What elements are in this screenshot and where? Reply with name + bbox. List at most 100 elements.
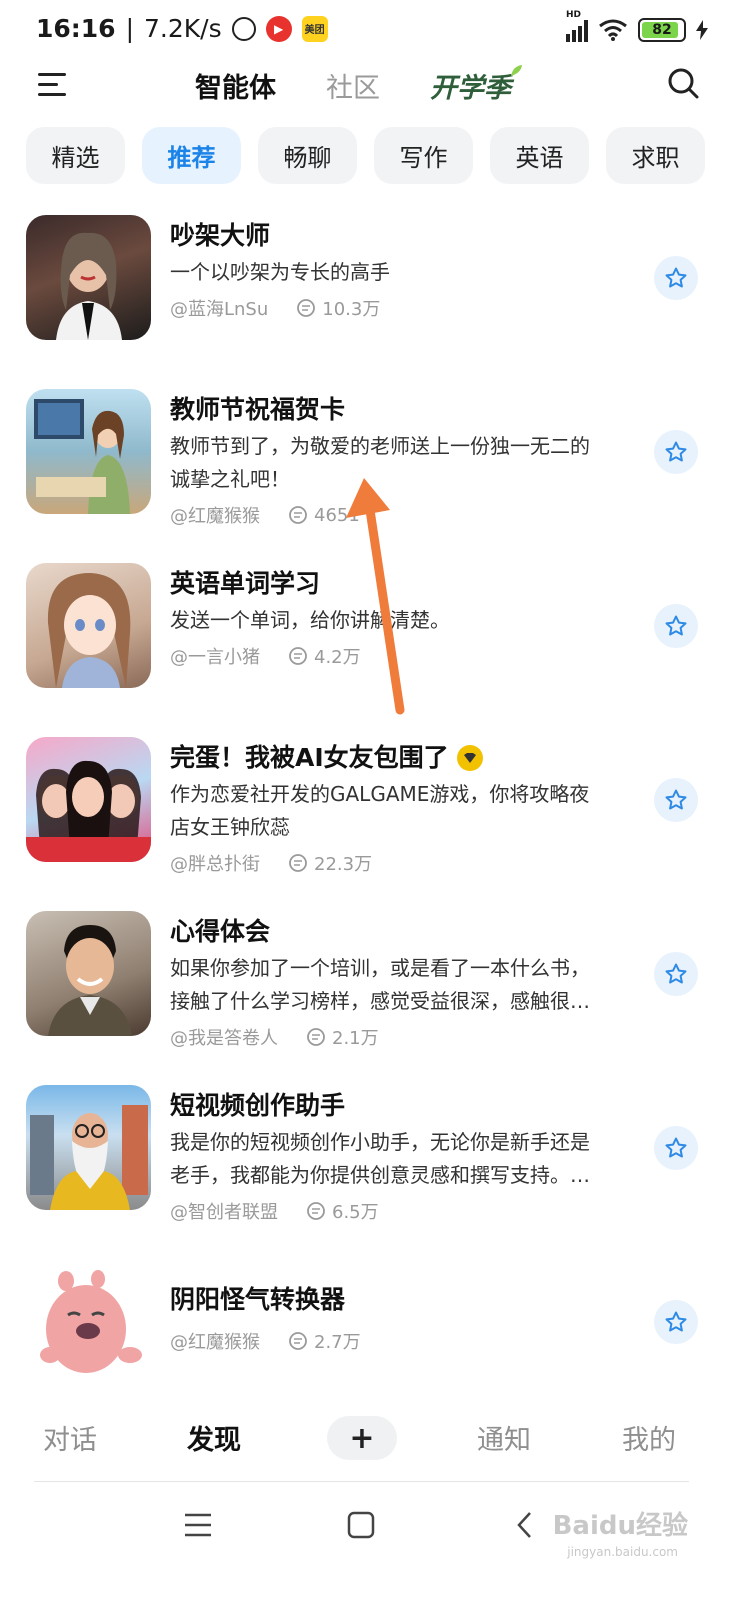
tab-chat[interactable]: 对话 [43, 1418, 97, 1457]
star-icon [665, 963, 687, 984]
item-title: 英语单词学习 [170, 569, 321, 598]
tab-notifications[interactable]: 通知 [477, 1418, 531, 1457]
list-item[interactable]: 吵架大师 一个以吵架为专长的高手 @蓝海LnSu 10.3万 [0, 200, 738, 360]
item-desc-line: 我是你的短视频创作小助手，无论你是新手还是 [170, 1130, 590, 1154]
battery-level: 82 [652, 22, 672, 38]
item-author: @我是答卷人 [170, 1028, 278, 1049]
item-author: @红魔猴猴 [170, 506, 260, 527]
item-desc-line: 如果你参加了一个培训，或是看了一本什么书， [170, 956, 590, 980]
comment-icon [289, 647, 307, 665]
item-desc-line: 诚挚之礼吧！ [170, 467, 290, 491]
hd-label: HD [566, 10, 582, 20]
meituan-icon: 美团 [301, 15, 328, 42]
recents-menu-icon[interactable] [183, 1512, 213, 1538]
star-icon [665, 615, 687, 636]
item-desc-line: 店女王钟欣蕊 [170, 815, 290, 839]
item-title: 心得体会 [170, 917, 271, 946]
leaf-icon [511, 65, 522, 76]
item-author: @一言小猪 [170, 647, 260, 668]
comment-icon [289, 1332, 307, 1350]
favorite-button[interactable] [654, 952, 698, 996]
item-author: @胖总扑街 [170, 854, 260, 875]
chip-chat[interactable]: 畅聊 [258, 127, 357, 184]
watermark-url: jingyan.baidu.com [567, 1545, 678, 1559]
list-item[interactable]: 阴阳怪气转换器 @红魔猴猴 2.7万 [0, 1244, 738, 1404]
chip-featured[interactable]: 精选 [26, 127, 125, 184]
signal-icon: HD [566, 10, 588, 42]
item-title: 完蛋！我被AI女友包围了 [170, 743, 449, 772]
tab-community[interactable]: 社区 [326, 66, 380, 105]
avatar [26, 563, 151, 688]
item-author: @蓝海LnSu [170, 299, 269, 320]
item-title: 阴阳怪气转换器 [170, 1285, 346, 1314]
status-time: 16:16 [36, 14, 116, 43]
favorite-button[interactable] [654, 1300, 698, 1344]
status-bar: 16:16 | 7.2K/s ▶ 美团 HD 82 [0, 0, 738, 64]
star-icon [665, 1137, 687, 1158]
item-count: 2.7万 [314, 1332, 361, 1353]
home-icon[interactable] [347, 1511, 375, 1539]
video-app-icon: ▶ [265, 15, 292, 42]
status-speed: 7.2K/s [144, 14, 222, 43]
chip-writing[interactable]: 写作 [374, 127, 473, 184]
avatar [26, 737, 151, 862]
category-chips: 精选 推荐 畅聊 写作 英语 求职 [26, 127, 738, 184]
menu-icon[interactable] [38, 70, 68, 100]
list-item[interactable]: 心得体会 如果你参加了一个培训，或是看了一本什么书， 接触了什么学习榜样，感觉受… [0, 896, 738, 1056]
item-desc-line: 接触了什么学习榜样，感觉受益很深，感触很… [170, 989, 590, 1013]
avatar [26, 215, 151, 340]
list-item[interactable]: 英语单词学习 发送一个单词，给你讲解清楚。 @一言小猪 4.2万 [0, 548, 738, 708]
tab-agents[interactable]: 智能体 [195, 66, 276, 105]
comment-icon [289, 854, 307, 872]
item-count: 4651 [314, 504, 360, 526]
item-desc-line: 一个以吵架为专长的高手 [170, 260, 390, 284]
comment-icon [307, 1028, 325, 1046]
tab-back-to-school[interactable]: 开学季 [430, 65, 522, 105]
avatar [26, 1085, 151, 1210]
avatar [26, 1259, 151, 1384]
list-item[interactable]: 完蛋！我被AI女友包围了 作为恋爱社开发的GALGAME游戏，你将攻略夜 店女王… [0, 722, 738, 882]
item-title: 教师节祝福贺卡 [170, 395, 346, 424]
favorite-button[interactable] [654, 604, 698, 648]
list-item[interactable]: 教师节祝福贺卡 教师节到了，为敬爱的老师送上一份独一无二的 诚挚之礼吧！ @红魔… [0, 374, 738, 534]
item-count: 10.3万 [322, 299, 381, 320]
item-count: 6.5万 [332, 1202, 379, 1223]
tab-discover[interactable]: 发现 [187, 1418, 241, 1457]
item-count: 2.1万 [332, 1028, 379, 1049]
item-count: 4.2万 [314, 647, 361, 668]
alarm-icon [231, 16, 256, 41]
comment-icon [289, 506, 307, 524]
tab-back-to-school-label: 开学季 [430, 73, 511, 104]
create-button[interactable]: + [327, 1416, 397, 1460]
favorite-button[interactable] [654, 256, 698, 300]
comment-icon [297, 299, 316, 317]
item-desc-line: 老手，我都能为你提供创意灵感和撰写支持。… [170, 1163, 590, 1187]
list-item[interactable]: 短视频创作助手 我是你的短视频创作小助手，无论你是新手还是 老手，我都能为你提供… [0, 1070, 738, 1230]
item-title: 短视频创作助手 [170, 1091, 346, 1120]
watermark: Baidu经验 [552, 1511, 688, 1541]
comment-icon [307, 1202, 325, 1220]
top-nav: 智能体 社区 开学季 [0, 60, 738, 120]
item-author: @红魔猴猴 [170, 1332, 260, 1353]
tab-mine[interactable]: 我的 [622, 1418, 676, 1457]
chip-recommended[interactable]: 推荐 [142, 127, 241, 184]
chip-english[interactable]: 英语 [490, 127, 589, 184]
item-desc-line: 发送一个单词，给你讲解清楚。 [170, 608, 450, 632]
favorite-button[interactable] [654, 778, 698, 822]
verified-badge-icon [456, 745, 483, 771]
charging-icon [696, 20, 708, 40]
favorite-button[interactable] [654, 430, 698, 474]
star-icon [665, 267, 687, 288]
search-icon[interactable] [666, 66, 700, 100]
chip-job[interactable]: 求职 [606, 127, 705, 184]
favorite-button[interactable] [654, 1126, 698, 1170]
wifi-icon [599, 19, 627, 41]
star-icon [665, 789, 687, 810]
item-count: 22.3万 [314, 854, 373, 875]
avatar [26, 389, 151, 514]
back-icon[interactable] [515, 1510, 533, 1540]
item-author: @智创者联盟 [170, 1202, 278, 1223]
item-title: 吵架大师 [170, 221, 271, 250]
star-icon [665, 1311, 687, 1332]
battery-icon: 82 [638, 18, 686, 42]
